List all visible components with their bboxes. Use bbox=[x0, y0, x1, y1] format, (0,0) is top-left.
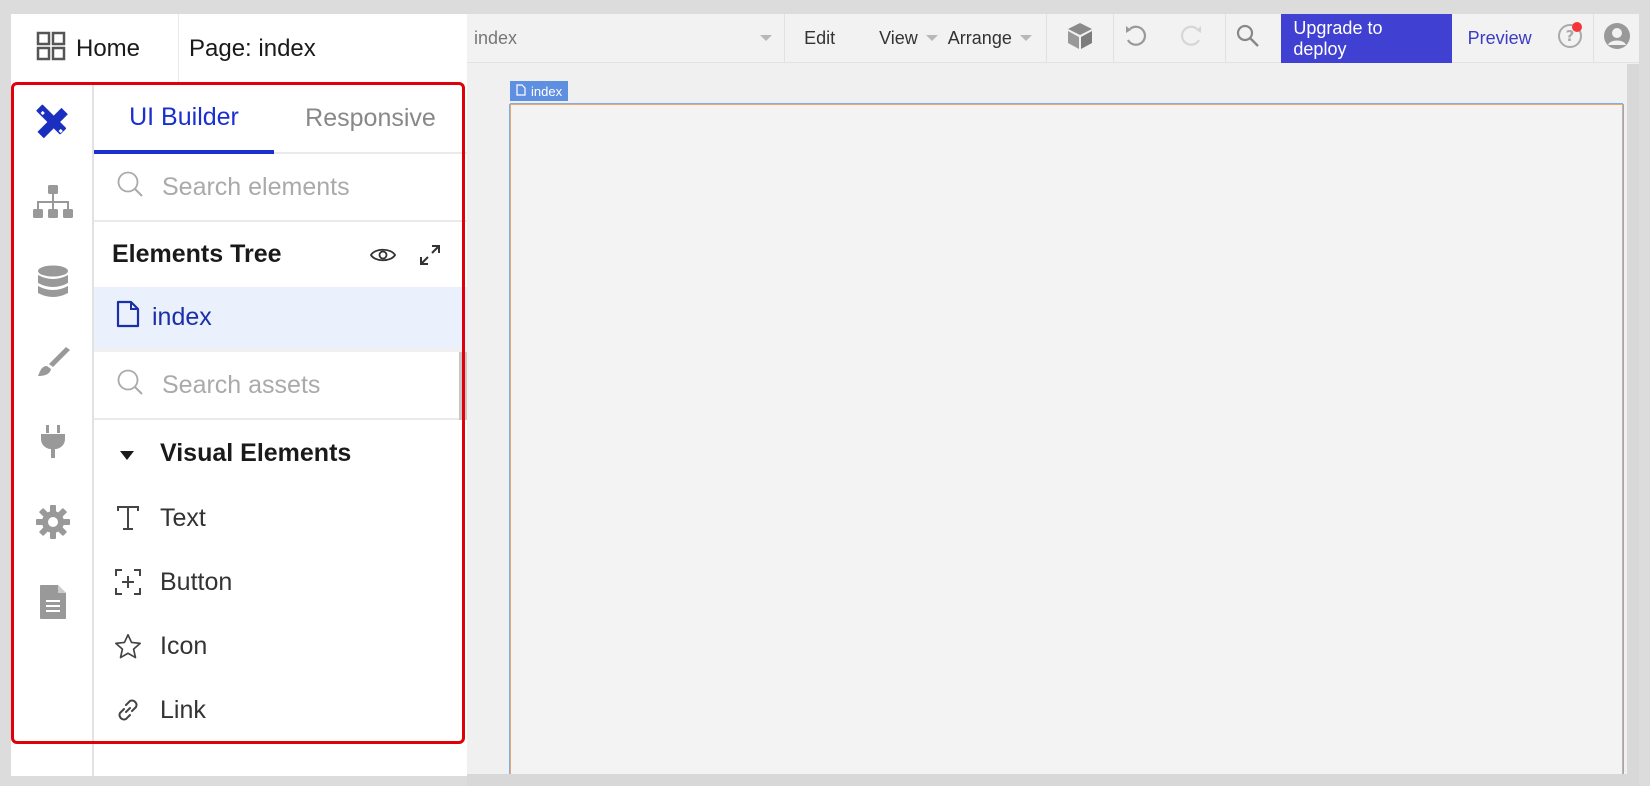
home-label: Home bbox=[76, 35, 141, 62]
canvas-page-label[interactable]: index bbox=[510, 81, 569, 101]
asset-item-label: Text bbox=[160, 503, 206, 532]
view-menu-label: View bbox=[879, 27, 918, 48]
asset-item-button[interactable]: Button bbox=[94, 550, 467, 614]
redo-icon bbox=[1178, 23, 1204, 54]
page-icon bbox=[116, 300, 140, 335]
undo-button[interactable] bbox=[1114, 14, 1158, 62]
sidebar-item-workflow[interactable] bbox=[11, 174, 94, 234]
search-assets-input[interactable]: Search assets bbox=[94, 352, 467, 420]
sidebar-rail bbox=[11, 84, 94, 776]
redo-button[interactable] bbox=[1158, 14, 1226, 62]
user-avatar-icon bbox=[1603, 22, 1631, 55]
account-button[interactable] bbox=[1593, 14, 1639, 62]
assets-scrollbar[interactable] bbox=[459, 352, 467, 420]
sidebar-item-plugins[interactable] bbox=[11, 414, 94, 474]
expand-icon[interactable] bbox=[418, 243, 442, 267]
edit-menu[interactable]: Edit bbox=[785, 14, 879, 62]
page-title: Page: index bbox=[179, 14, 467, 84]
preview-button[interactable]: Preview bbox=[1452, 14, 1548, 62]
paintbrush-icon bbox=[36, 345, 70, 384]
chevron-down-icon bbox=[760, 35, 773, 41]
link-icon bbox=[114, 696, 142, 724]
undo-icon bbox=[1123, 23, 1149, 54]
sidebar-item-data[interactable] bbox=[11, 254, 94, 314]
sitemap-icon bbox=[32, 184, 73, 224]
sidebar-item-styles[interactable] bbox=[11, 334, 94, 394]
tree-item-index[interactable]: index bbox=[94, 287, 467, 352]
visual-elements-section[interactable]: Visual Elements bbox=[94, 420, 467, 486]
caret-down-icon bbox=[120, 439, 134, 468]
view-menu[interactable]: View bbox=[879, 14, 948, 62]
search-icon bbox=[116, 170, 144, 205]
panel-content: UI Builder Responsive Search elements El… bbox=[94, 84, 467, 776]
asset-item-text[interactable]: Text bbox=[94, 486, 467, 550]
upgrade-label: Upgrade to deploy bbox=[1293, 17, 1383, 59]
page-icon bbox=[516, 83, 526, 99]
tab-ui-builder[interactable]: UI Builder bbox=[94, 84, 274, 154]
plug-icon bbox=[40, 424, 66, 464]
page-select-value: index bbox=[474, 27, 518, 48]
search-elements-input[interactable]: Search elements bbox=[94, 154, 467, 222]
database-icon bbox=[37, 265, 69, 304]
left-panel: UI Builder Responsive Search elements El… bbox=[11, 84, 467, 776]
cube-icon bbox=[1065, 21, 1095, 56]
grid-icon bbox=[36, 31, 66, 68]
button-icon bbox=[114, 568, 142, 596]
asset-item-label: Link bbox=[160, 695, 206, 724]
vertical-scrollbar[interactable] bbox=[1627, 64, 1639, 776]
horizontal-scrollbar[interactable] bbox=[467, 774, 1639, 786]
elements-tree-header: Elements Tree bbox=[94, 222, 467, 287]
asset-item-icon[interactable]: Icon bbox=[94, 614, 467, 678]
arrange-menu-label: Arrange bbox=[947, 27, 1012, 48]
page-canvas[interactable] bbox=[510, 104, 1623, 776]
text-icon bbox=[114, 505, 142, 531]
top-toolbar: index Edit View Arrange Upgrade to deplo… bbox=[467, 14, 1639, 63]
asset-item-link[interactable]: Link bbox=[94, 678, 467, 742]
document-icon bbox=[39, 584, 66, 624]
tab-responsive-label: Responsive bbox=[305, 103, 436, 132]
page-title-text: Page: index bbox=[189, 35, 316, 62]
arrange-menu[interactable]: Arrange bbox=[948, 14, 1047, 62]
home-button[interactable]: Home bbox=[11, 14, 179, 84]
sidebar-item-logs[interactable] bbox=[11, 574, 94, 634]
search-icon bbox=[116, 368, 144, 403]
chevron-down-icon bbox=[1019, 35, 1032, 41]
panel-tabs: UI Builder Responsive bbox=[94, 84, 467, 154]
canvas-page-label-text: index bbox=[531, 83, 563, 99]
pencil-ruler-icon bbox=[35, 104, 71, 145]
search-button[interactable] bbox=[1226, 14, 1270, 62]
chevron-down-icon bbox=[925, 35, 938, 41]
cube-button[interactable] bbox=[1047, 14, 1115, 62]
edit-menu-label: Edit bbox=[804, 27, 836, 48]
upgrade-to-deploy-button[interactable]: Upgrade to deploy bbox=[1281, 14, 1452, 63]
eye-icon[interactable] bbox=[370, 246, 396, 264]
sidebar-item-settings[interactable] bbox=[11, 494, 94, 554]
tab-responsive[interactable]: Responsive bbox=[274, 84, 467, 152]
preview-label: Preview bbox=[1467, 27, 1532, 48]
sidebar-item-design[interactable] bbox=[11, 94, 94, 154]
asset-item-label: Button bbox=[160, 567, 233, 596]
help-button[interactable]: ? bbox=[1548, 14, 1594, 62]
page-select-dropdown[interactable]: index bbox=[467, 14, 786, 62]
gear-icon bbox=[35, 504, 71, 545]
star-icon bbox=[114, 632, 142, 660]
tab-ui-builder-label: UI Builder bbox=[129, 102, 239, 131]
elements-tree-title: Elements Tree bbox=[112, 240, 282, 268]
visual-elements-title: Visual Elements bbox=[160, 438, 352, 467]
tree-item-label: index bbox=[152, 303, 212, 331]
asset-item-label: Icon bbox=[160, 631, 208, 660]
search-elements-placeholder: Search elements bbox=[162, 172, 350, 201]
search-assets-placeholder: Search assets bbox=[162, 370, 321, 399]
search-icon bbox=[1235, 23, 1261, 54]
